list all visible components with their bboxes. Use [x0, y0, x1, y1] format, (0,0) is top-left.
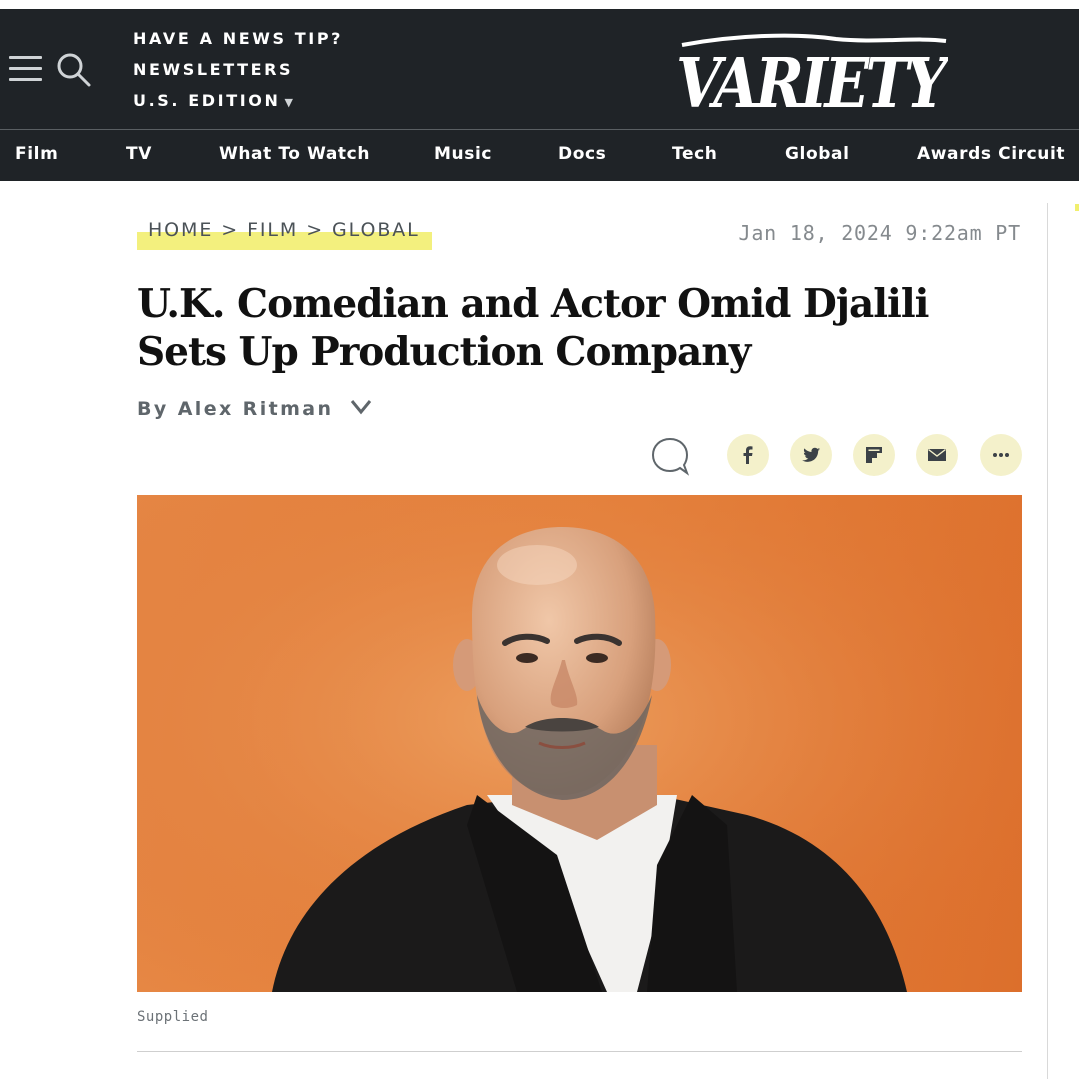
variety-logo[interactable]: VARIETY [676, 29, 948, 119]
breadcrumb-home[interactable]: HOME [148, 219, 213, 241]
newsletters-link[interactable]: NEWSLETTERS [133, 60, 343, 91]
nav-item-docs[interactable]: Docs [558, 144, 606, 164]
share-email-button[interactable] [916, 434, 958, 476]
sidebar-accent [1075, 204, 1079, 211]
publish-date: Jan 18, 2024 9:22am PT [738, 221, 1021, 245]
breadcrumb-separator: > [306, 219, 325, 241]
divider [137, 1051, 1022, 1052]
chevron-down-icon: ▼ [284, 96, 293, 109]
email-icon [928, 448, 946, 461]
section-nav: Film TV What To Watch Music Docs Tech Gl… [0, 129, 1079, 181]
nav-item-film[interactable]: Film [15, 144, 58, 164]
menu-icon[interactable] [9, 56, 42, 82]
nav-item-what-to-watch[interactable]: What To Watch [219, 144, 370, 164]
news-tip-link[interactable]: HAVE A NEWS TIP? [133, 29, 343, 60]
portrait-illustration [137, 495, 1022, 992]
author-link[interactable]: Alex Ritman [178, 398, 334, 420]
image-caption: Supplied [137, 1009, 209, 1025]
article-title: U.K. Comedian and Actor Omid Djalili Set… [137, 281, 929, 375]
breadcrumb-global[interactable]: GLOBAL [332, 219, 420, 241]
nav-item-tech[interactable]: Tech [672, 144, 717, 164]
share-flipboard-button[interactable] [853, 434, 895, 476]
comment-icon[interactable] [650, 436, 690, 476]
sidebar-divider [1047, 203, 1048, 1079]
share-facebook-button[interactable] [727, 434, 769, 476]
edition-selector[interactable]: U.S. EDITION ▼ [133, 91, 343, 122]
more-icon [993, 453, 1009, 457]
chevron-down-icon[interactable] [350, 399, 372, 415]
breadcrumb-separator: > [221, 219, 240, 241]
byline: By Alex Ritman [137, 398, 372, 420]
facebook-icon [743, 446, 753, 464]
share-more-button[interactable] [980, 434, 1022, 476]
nav-item-awards-circuit[interactable]: Awards Circuit [917, 144, 1065, 164]
header-links: HAVE A NEWS TIP? NEWSLETTERS U.S. EDITIO… [133, 29, 343, 122]
edition-label: U.S. EDITION [133, 91, 281, 110]
site-header: HAVE A NEWS TIP? NEWSLETTERS U.S. EDITIO… [0, 9, 1079, 129]
breadcrumb: HOME > FILM > GLOBAL [137, 219, 432, 250]
logo-text: VARIETY [676, 44, 948, 119]
byline-prefix: By [137, 398, 169, 420]
share-twitter-button[interactable] [790, 434, 832, 476]
nav-item-global[interactable]: Global [785, 144, 850, 164]
twitter-icon [802, 447, 821, 462]
hero-image [137, 495, 1022, 992]
breadcrumb-film[interactable]: FILM [247, 219, 298, 241]
flipboard-icon [866, 447, 882, 463]
search-icon[interactable] [56, 52, 92, 88]
nav-item-tv[interactable]: TV [126, 144, 152, 164]
nav-item-music[interactable]: Music [434, 144, 492, 164]
